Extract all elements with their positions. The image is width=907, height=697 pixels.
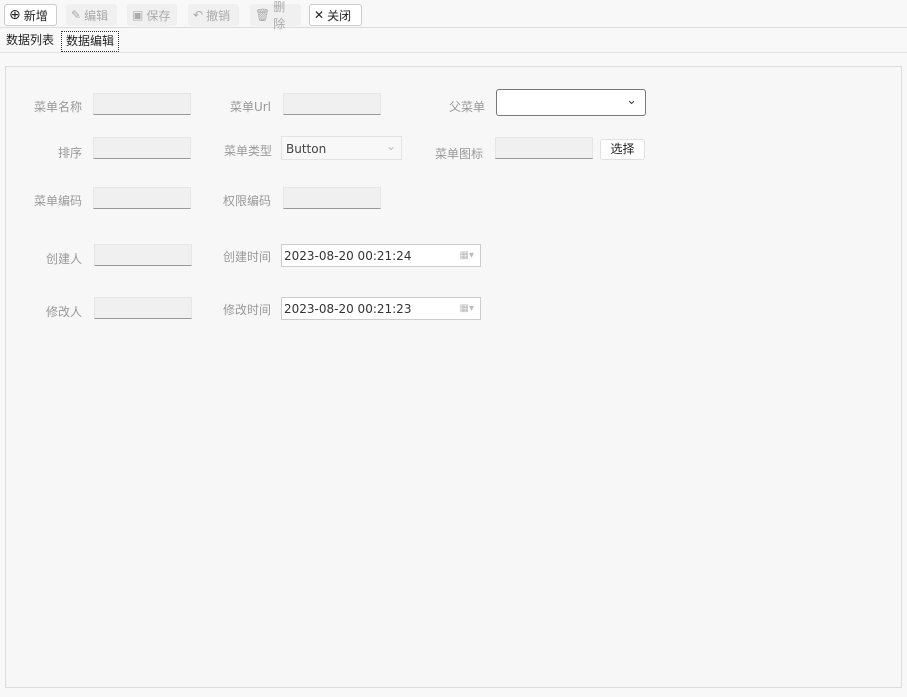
menu-icon-label: 菜单图标 xyxy=(434,147,483,161)
plus-circle-icon: ⊕ xyxy=(9,7,21,23)
undo-button[interactable]: ↶ 撤销 xyxy=(188,4,239,26)
trash-icon: 🗑 xyxy=(255,8,271,22)
creator-input[interactable] xyxy=(94,244,192,266)
sort-input[interactable] xyxy=(93,137,191,159)
menu-url-label: 菜单Url xyxy=(229,100,271,114)
menu-type-select[interactable]: Button ⌄ xyxy=(281,136,402,160)
sort-label: 排序 xyxy=(57,146,82,160)
menu-code-input[interactable] xyxy=(93,187,191,209)
delete-button[interactable]: 🗑 删除 xyxy=(250,0,301,31)
undo-icon: ↶ xyxy=(193,8,204,22)
menu-type-label: 菜单类型 xyxy=(223,144,272,158)
perm-code-label: 权限编码 xyxy=(222,194,271,208)
add-button[interactable]: ⊕ 新增 xyxy=(4,4,57,26)
chevron-down-icon: ⌄ xyxy=(385,139,396,153)
save-button[interactable]: ▣ 保存 xyxy=(127,4,177,26)
toolbar: ⊕ 新增 ✎ 编辑 ▣ 保存 ↶ 撤销 🗑 删除 ✕ 关闭 xyxy=(0,0,907,31)
edit-button[interactable]: ✎ 编辑 xyxy=(66,4,117,26)
menu-name-input[interactable] xyxy=(93,93,191,115)
modify-time-label: 修改时间 xyxy=(222,303,271,317)
edit-icon: ✎ xyxy=(71,8,82,22)
tab-data-edit[interactable]: 数据编辑 xyxy=(61,31,120,52)
tab-bar: 数据列表 数据编辑 xyxy=(0,29,907,53)
calendar-icon[interactable]: ▦▾ xyxy=(460,303,474,314)
create-time-label: 创建时间 xyxy=(222,250,271,264)
calendar-icon[interactable]: ▦▾ xyxy=(460,250,474,261)
modify-time-picker[interactable]: 2023-08-20 00:21:23 ▦▾ xyxy=(281,297,481,320)
tab-data-list[interactable]: 数据列表 xyxy=(2,31,58,52)
create-time-picker[interactable]: 2023-08-20 00:21:24 ▦▾ xyxy=(281,244,481,267)
parent-menu-label: 父菜单 xyxy=(448,100,485,114)
close-button[interactable]: ✕ 关闭 xyxy=(309,4,362,26)
menu-name-label: 菜单名称 xyxy=(33,100,82,114)
menu-icon-input[interactable] xyxy=(495,137,593,159)
select-icon-button[interactable]: 选择 xyxy=(600,139,645,160)
save-icon: ▣ xyxy=(132,8,144,22)
modifier-input[interactable] xyxy=(94,297,192,319)
modifier-label: 修改人 xyxy=(45,305,82,319)
menu-url-input[interactable] xyxy=(283,93,381,115)
creator-label: 创建人 xyxy=(45,252,82,266)
menu-code-label: 菜单编码 xyxy=(33,194,82,208)
perm-code-input[interactable] xyxy=(283,187,381,209)
close-icon: ✕ xyxy=(314,8,325,22)
chevron-down-icon: ⌄ xyxy=(626,93,637,108)
parent-menu-select[interactable]: ⌄ xyxy=(496,89,646,116)
